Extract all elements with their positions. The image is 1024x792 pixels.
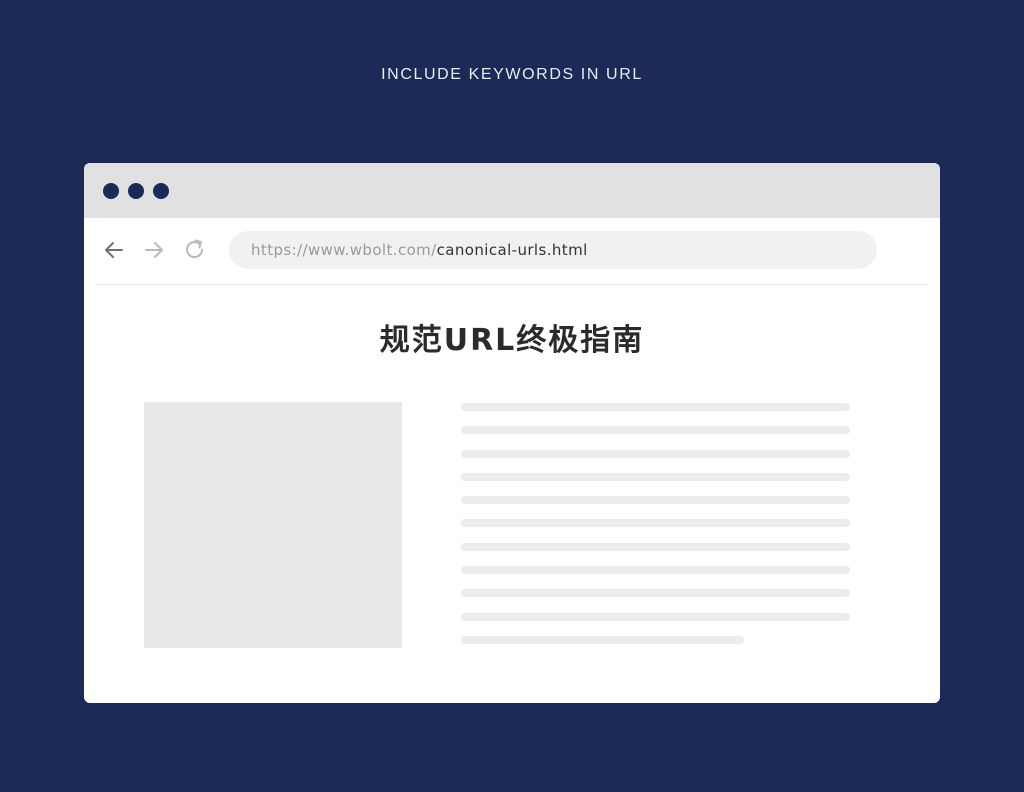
window-dot-3[interactable] [153, 182, 169, 199]
forward-arrow-icon[interactable] [141, 237, 167, 263]
text-placeholder-line [461, 589, 850, 598]
toolbar-divider [96, 284, 928, 285]
text-placeholder-line [461, 612, 850, 621]
text-placeholder-block [461, 403, 850, 659]
text-placeholder-line [461, 403, 850, 411]
browser-window: https://www.wbolt.com/canonical-urls.htm… [84, 163, 940, 703]
text-placeholder-line [461, 472, 850, 481]
text-placeholder-line [461, 449, 850, 458]
window-dot-2[interactable] [128, 182, 144, 199]
text-placeholder-line [461, 519, 850, 528]
address-bar[interactable]: https://www.wbolt.com/canonical-urls.htm… [229, 231, 877, 269]
back-arrow-icon[interactable] [101, 237, 127, 263]
headline: INCLUDE KEYWORDS IN URL [381, 66, 643, 83]
browser-titlebar [84, 163, 940, 218]
text-placeholder-line [461, 496, 850, 505]
page-title: 规范URL终极指南 [379, 323, 645, 358]
url-path: canonical-urls.html [436, 241, 588, 259]
text-placeholder-line [461, 542, 850, 551]
text-placeholder-line [461, 566, 850, 575]
reload-icon[interactable] [182, 237, 208, 263]
text-placeholder-line [461, 635, 744, 644]
url-domain: https://www.wbolt.com/ [251, 241, 437, 259]
text-placeholder-line [461, 426, 850, 435]
window-dot-1[interactable] [103, 182, 119, 199]
image-placeholder [144, 402, 402, 648]
browser-toolbar: https://www.wbolt.com/canonical-urls.htm… [84, 218, 940, 284]
